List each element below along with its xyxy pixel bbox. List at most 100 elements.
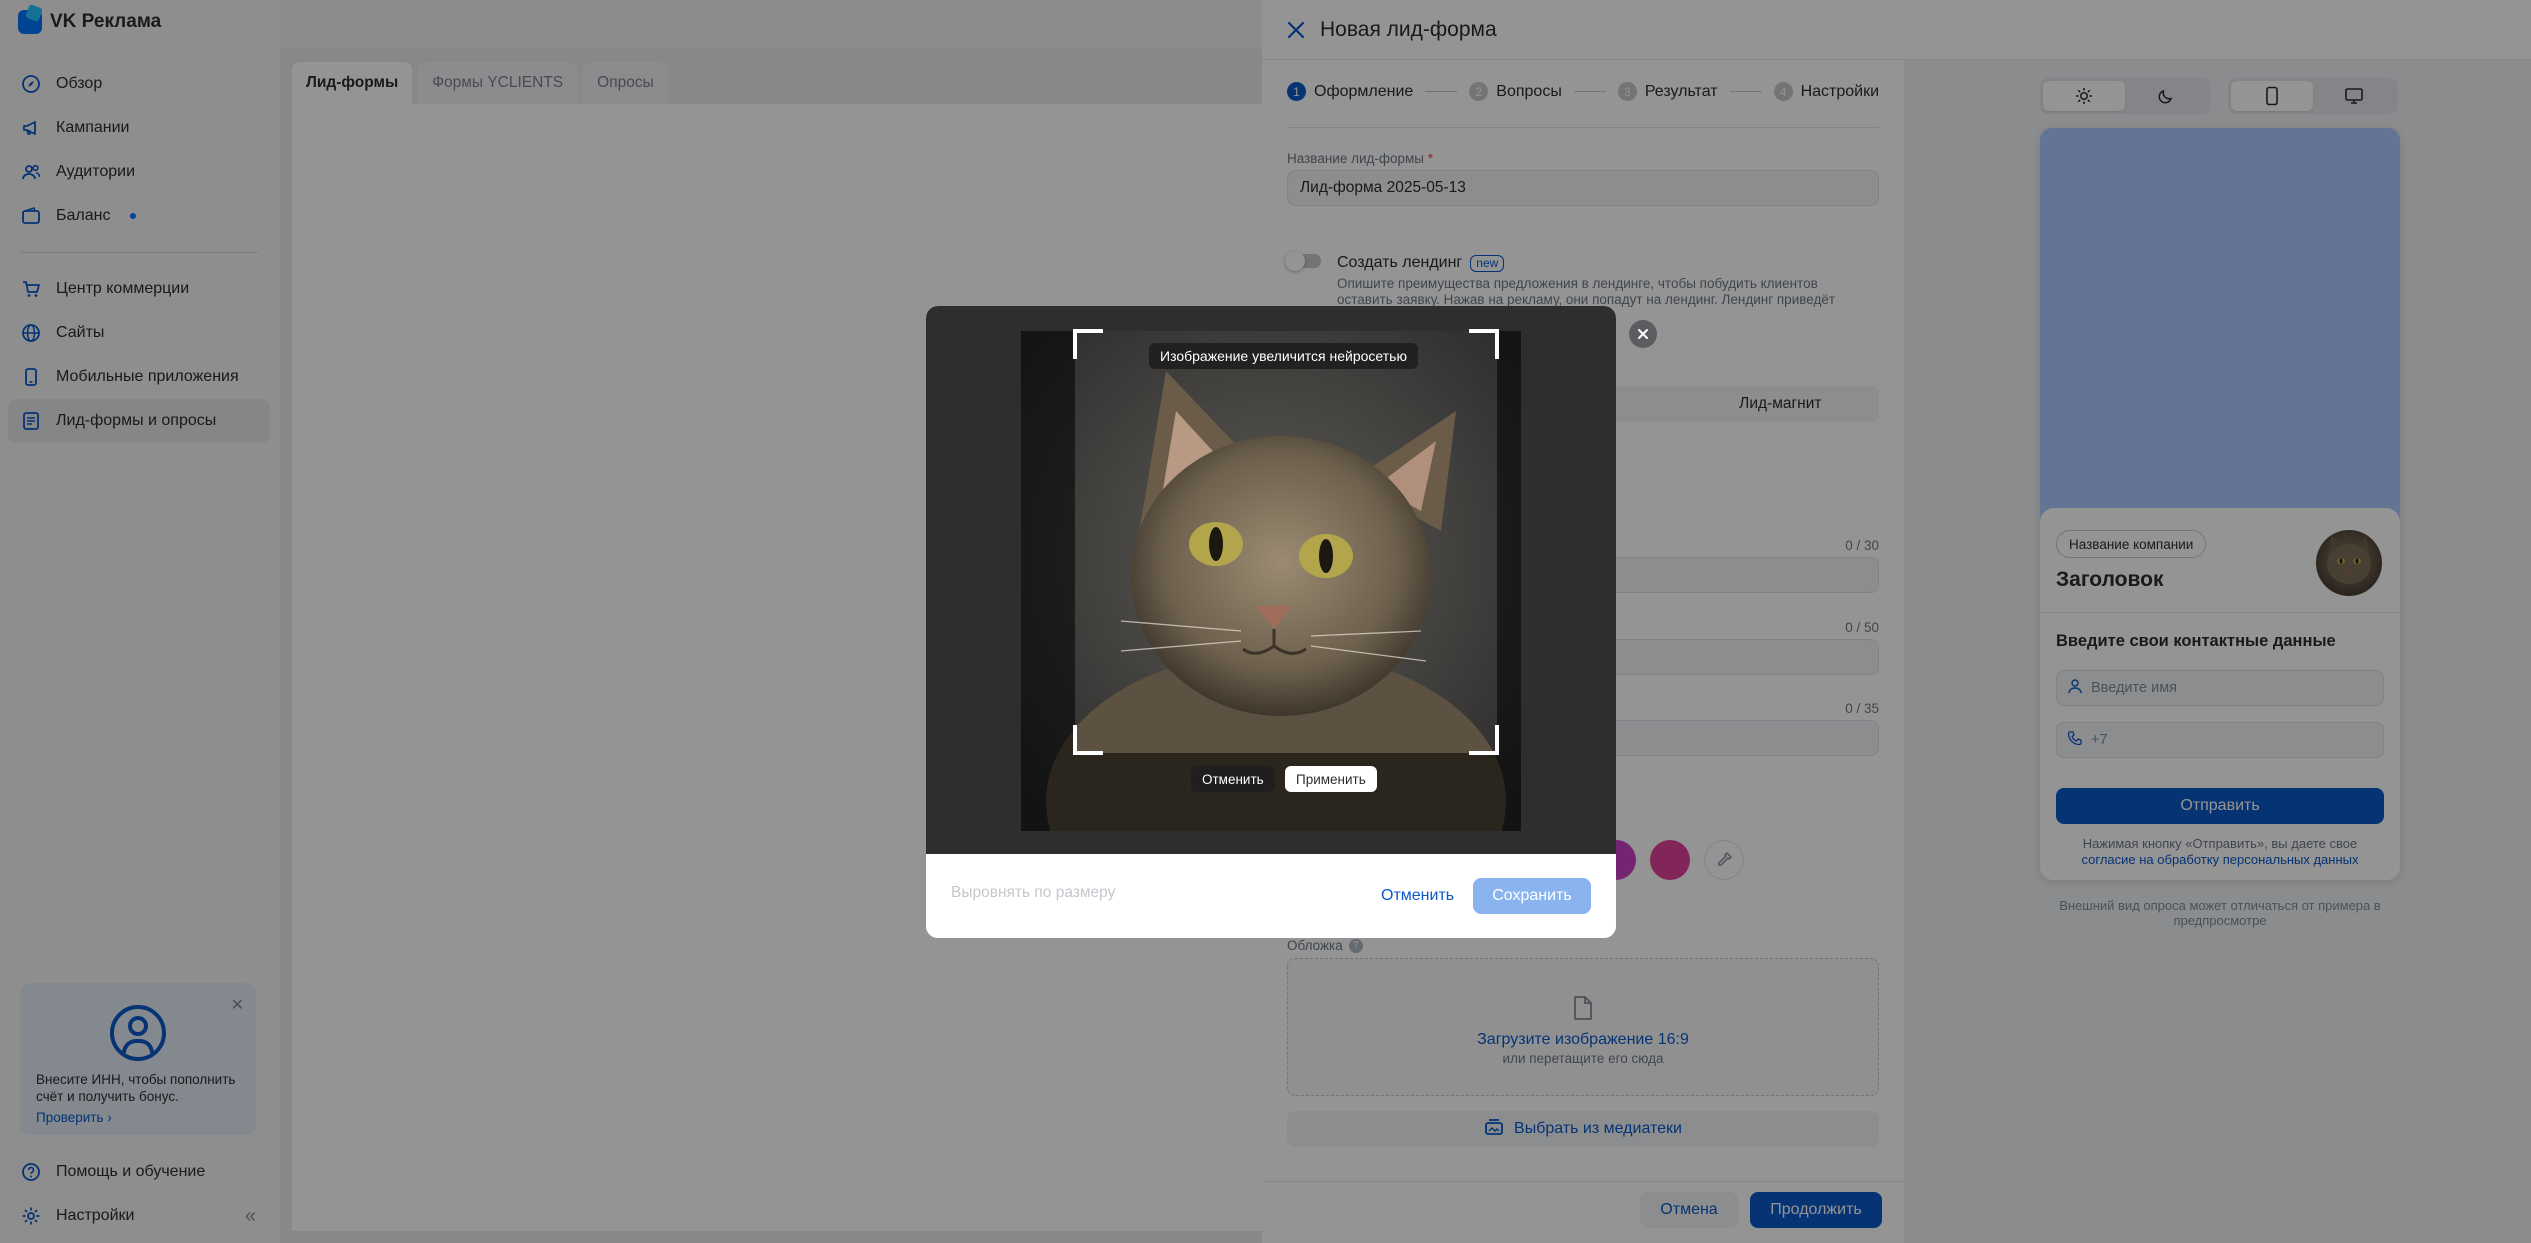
color-swatch-pink[interactable] (1650, 840, 1690, 880)
sidebar-item-label: Центр коммерции (56, 280, 190, 297)
gear-icon (20, 1205, 42, 1227)
stepper: 1 Оформление 2 Вопросы 3 Результат 4 Настрой… (1287, 82, 1879, 101)
create-landing-title: Создать лендинг new (1337, 254, 1505, 272)
sidebar: VK Реклама Обзор Кампании Аудитории Бала… (0, 0, 280, 1243)
phone-icon (20, 366, 42, 388)
collapse-sidebar-icon[interactable]: « (245, 1205, 256, 1228)
fit-to-size-button[interactable]: Выровнять по размеру (951, 884, 1115, 902)
light-theme-sun-icon[interactable] (2043, 81, 2125, 111)
modal-footer: Выровнять по размеру Отменить Сохранить (926, 854, 1616, 938)
megaphone-icon (20, 117, 42, 139)
sidebar-item-audiences[interactable]: Аудитории (8, 150, 270, 194)
step-design[interactable]: 1 Оформление (1287, 82, 1413, 101)
device-switch (2228, 78, 2398, 114)
person-icon (2067, 678, 2083, 698)
sidebar-item-balance[interactable]: Баланс (8, 194, 270, 238)
divider (2040, 612, 2400, 613)
panel-footer: Отмена Продолжить (1262, 1181, 1904, 1243)
divider (1287, 127, 1879, 128)
preview-form-card: Название компании Заголовок Введите свои… (2040, 508, 2400, 880)
panel-title: Новая лид-форма (1320, 17, 1497, 41)
sidebar-item-label: Лид-формы и опросы (56, 412, 217, 429)
preview-subheading: Введите свои контактные данные (2056, 632, 2336, 650)
preview-phone-field: +7 (2056, 722, 2384, 758)
sidebar-item-label: Баланс (56, 207, 111, 224)
promo-check-link[interactable]: Проверить › (36, 1110, 240, 1125)
ai-upscale-notice: Изображение увеличится нейросетью (1149, 343, 1418, 369)
brand-name: VK Реклама (50, 11, 162, 32)
sidebar-item-help[interactable]: Помощь и обучение (8, 1150, 270, 1194)
char-counter: 0 / 50 (1845, 620, 1879, 635)
modal-save-button[interactable]: Сохранить (1473, 878, 1591, 914)
eyedropper-icon[interactable] (1704, 840, 1744, 880)
image-crop-modal: Изображение увеличится нейросетью Отмени… (926, 306, 1616, 938)
preview-heading: Заголовок (2056, 568, 2164, 591)
brand[interactable]: VK Реклама (18, 8, 161, 36)
new-badge: new (1470, 254, 1505, 272)
form-name-label: Название лид-формы * (1287, 151, 1434, 166)
sidebar-item-label: Мобильные приложения (56, 368, 239, 385)
mobile-preview-icon[interactable] (2231, 81, 2313, 111)
segment-lead-magnet[interactable]: Лид-магнит (1682, 395, 1879, 413)
close-icon[interactable]: ✕ (231, 995, 244, 1015)
media-library-icon (1484, 1118, 1504, 1141)
tabs: Лид-формы Формы YCLIENTS Опросы (292, 62, 668, 104)
cover-dropzone[interactable]: Загрузите изображение 16:9 или перетащит… (1287, 958, 1879, 1096)
preview-column: Название компании Заголовок Введите свои… (1904, 60, 2531, 1243)
preview-consent: Нажимая кнопку «Отправить», вы даете сво… (2081, 836, 2359, 867)
sidebar-item-label: Настройки (56, 1207, 135, 1224)
crop-apply-button[interactable]: Применить (1285, 766, 1377, 792)
sidebar-item-mobile-apps[interactable]: Мобильные приложения (8, 355, 270, 399)
panel-header: Новая лид-форма (1262, 0, 2531, 60)
sidebar-item-sites[interactable]: Сайты (8, 311, 270, 355)
sidebar-item-campaigns[interactable]: Кампании (8, 106, 270, 150)
help-icon (20, 1161, 42, 1183)
crop-cancel-button[interactable]: Отменить (1191, 766, 1275, 792)
cancel-button[interactable]: Отмена (1640, 1192, 1738, 1228)
crop-area: Изображение увеличится нейросетью Отмени… (926, 306, 1616, 854)
form-name-input[interactable]: Лид-форма 2025-05-13 (1287, 170, 1879, 206)
create-landing-toggle[interactable] (1285, 251, 1321, 271)
sidebar-item-settings[interactable]: Настройки « (8, 1194, 270, 1238)
consent-link[interactable]: согласие на обработку персональных данны… (2082, 852, 2359, 867)
step-result[interactable]: 3 Результат (1617, 82, 1718, 101)
crop-handle-bottom-right[interactable] (1469, 725, 1499, 755)
tab-surveys[interactable]: Опросы (583, 62, 668, 104)
users-icon (20, 161, 42, 183)
crop-handle-top-right[interactable] (1469, 329, 1499, 359)
modal-cancel-button[interactable]: Отменить (1369, 878, 1466, 914)
preview-avatar (2316, 530, 2382, 596)
sidebar-item-commerce[interactable]: Центр коммерции (8, 267, 270, 311)
sidebar-item-overview[interactable]: Обзор (8, 62, 270, 106)
choose-from-media-library-button[interactable]: Выбрать из медиатеки (1287, 1111, 1879, 1147)
char-counter: 0 / 35 (1845, 701, 1879, 716)
company-name-chip: Название компании (2056, 530, 2207, 558)
dark-theme-moon-icon[interactable] (2125, 81, 2207, 111)
bottom-nav: Помощь и обучение Настройки « (8, 1150, 270, 1238)
compass-icon (20, 73, 42, 95)
promo-text: Внесите ИНН, чтобы пополнить счёт и полу… (36, 1072, 236, 1104)
crop-handle-bottom-left[interactable] (1073, 725, 1103, 755)
step-settings[interactable]: 4 Настройки (1773, 82, 1879, 101)
preview-note: Внешний вид опроса может отличаться от п… (2059, 898, 2381, 928)
phone-handset-icon (2067, 730, 2083, 750)
close-panel-icon[interactable] (1282, 16, 1310, 44)
desktop-preview-icon[interactable] (2313, 81, 2395, 111)
char-counter: 0 / 30 (1845, 538, 1879, 553)
sidebar-item-label: Кампании (56, 119, 130, 136)
crop-handle-top-left[interactable] (1073, 329, 1103, 359)
step-questions[interactable]: 2 Вопросы (1469, 82, 1562, 101)
help-icon[interactable]: ? (1348, 938, 1363, 953)
user-avatar-icon (110, 1005, 166, 1061)
vk-ads-logo-icon (18, 10, 42, 34)
crop-frame[interactable] (1073, 329, 1499, 755)
continue-button[interactable]: Продолжить (1750, 1192, 1882, 1228)
modal-close-icon[interactable] (1629, 320, 1657, 348)
sidebar-item-label: Помощь и обучение (56, 1163, 206, 1180)
upload-image-link[interactable]: Загрузите изображение 16:9 (1288, 1031, 1878, 1049)
mobile-preview: Название компании Заголовок Введите свои… (2040, 128, 2400, 880)
tab-yclients-forms[interactable]: Формы YCLIENTS (418, 62, 578, 104)
cover-label: Обложка? (1287, 938, 1363, 953)
sidebar-item-lead-forms[interactable]: Лид-формы и опросы (8, 399, 270, 443)
tab-lead-forms[interactable]: Лид-формы (292, 62, 413, 104)
